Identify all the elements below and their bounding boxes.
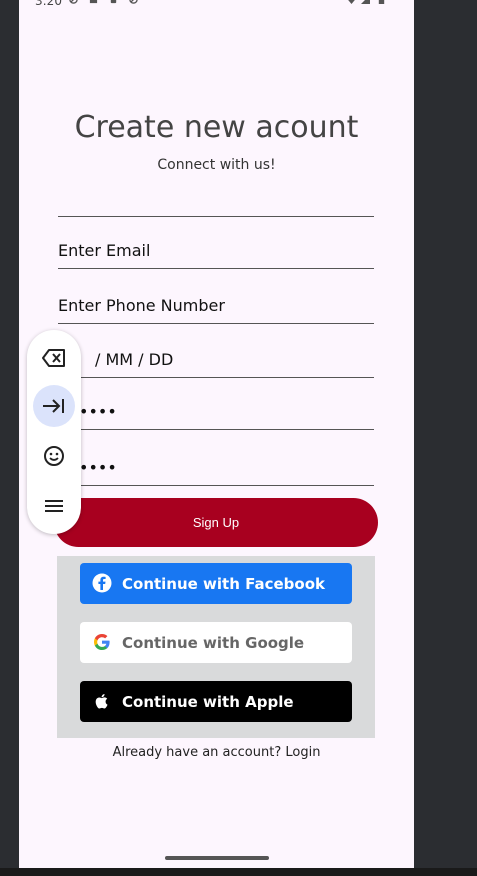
confirm-password-field[interactable]: ••••: [58, 449, 374, 486]
birthdate-field-placeholder: / MM / DD: [95, 350, 174, 369]
tab-button[interactable]: [33, 385, 75, 427]
name-field[interactable]: [58, 180, 374, 217]
page-subtitle: Connect with us!: [157, 157, 276, 173]
wifi-icon: [348, 0, 355, 4]
social-login-panel: Continue with Facebook Continue with Goo…: [57, 556, 375, 738]
apple-icon: [95, 694, 108, 709]
emoji-button[interactable]: [33, 435, 75, 477]
google-button-label: Continue with Google: [122, 633, 305, 652]
google-icon: [94, 634, 110, 650]
birthdate-field[interactable]: / MM / DD: [58, 341, 374, 378]
password-field-value: ••••: [79, 402, 117, 421]
email-field-placeholder: Enter Email: [58, 241, 151, 260]
home-indicator[interactable]: [165, 856, 269, 860]
email-field[interactable]: Enter Email: [58, 232, 374, 269]
facebook-icon: [92, 573, 112, 593]
password-field[interactable]: ••••: [58, 393, 374, 430]
menu-icon: [45, 500, 63, 512]
dnd-icon: [129, 0, 138, 4]
tab-icon: [43, 399, 64, 413]
signal-icon: [361, 0, 370, 4]
system-bottom-bar: [0, 868, 477, 876]
facebook-button-label: Continue with Facebook: [122, 574, 326, 593]
continue-with-apple-button[interactable]: Continue with Apple: [80, 681, 352, 722]
continue-with-google-button[interactable]: Continue with Google: [80, 622, 352, 663]
floating-keyboard-toolbar: [27, 330, 81, 534]
sim-icon: [110, 0, 117, 4]
backspace-button[interactable]: [33, 337, 75, 379]
emoji-icon: [44, 446, 64, 466]
status-time: 3:20: [35, 0, 62, 8]
backspace-icon: [42, 349, 65, 367]
app-notification-icon: [89, 0, 98, 4]
login-link[interactable]: Already have an account? Login: [19, 745, 414, 760]
battery-icon: [378, 0, 385, 4]
menu-button[interactable]: [33, 485, 75, 527]
dnd-icon: [69, 0, 78, 4]
apple-button-label: Continue with Apple: [122, 692, 294, 711]
page-title: Create new acount: [74, 110, 359, 145]
continue-with-facebook-button[interactable]: Continue with Facebook: [80, 563, 352, 604]
status-bar: 3:20: [19, 0, 414, 12]
sign-up-button[interactable]: Sign Up: [54, 498, 378, 547]
phone-field-placeholder: Enter Phone Number: [58, 296, 225, 315]
phone-field[interactable]: Enter Phone Number: [58, 287, 374, 324]
confirm-password-field-value: ••••: [79, 458, 117, 477]
